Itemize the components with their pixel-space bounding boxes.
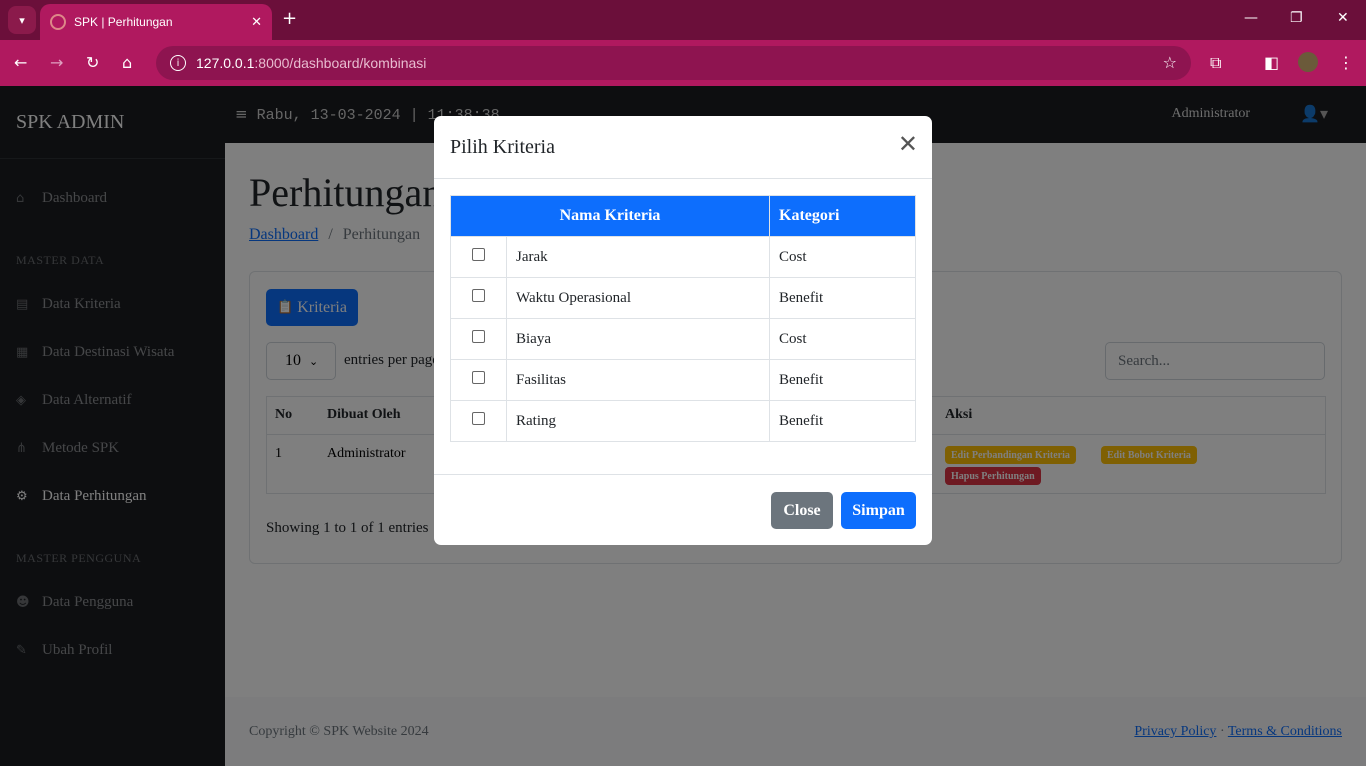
kriteria-nama: Waktu Operasional [506, 277, 770, 319]
pilih-kriteria-modal: Pilih Kriteria ✕ Nama Kriteria Kategori … [434, 116, 932, 545]
kriteria-table-header: Nama Kriteria Kategori [450, 195, 916, 237]
modal-footer: Close Simpan [434, 474, 932, 545]
bookmark-star-icon[interactable]: ☆ [1163, 53, 1177, 72]
browser-tab[interactable]: SPK | Perhitungan ✕ [40, 4, 272, 40]
modal-header: Pilih Kriteria ✕ [434, 116, 932, 179]
sidepanel-icon[interactable]: ◧ [1264, 53, 1279, 72]
kriteria-table: Nama Kriteria Kategori Jarak Cost Waktu … [450, 195, 916, 442]
modal-title: Pilih Kriteria [450, 136, 555, 158]
profile-avatar[interactable] [1298, 52, 1318, 72]
restore-icon[interactable]: ❐ [1290, 10, 1303, 26]
kriteria-nama: Fasilitas [506, 359, 770, 401]
new-tab-icon[interactable]: + [282, 8, 297, 29]
kriteria-nama: Biaya [506, 318, 770, 360]
tab-title: SPK | Perhitungan [74, 15, 173, 29]
favicon-icon [50, 14, 66, 30]
kriteria-row: Biaya Cost [450, 318, 916, 360]
column-header-nama-kriteria: Nama Kriteria [450, 195, 770, 237]
url-text: 127.0.0.1:8000/dashboard/kombinasi [196, 55, 427, 71]
simpan-button[interactable]: Simpan [841, 492, 916, 529]
close-icon[interactable]: ✕ [898, 130, 918, 158]
kriteria-nama: Jarak [506, 236, 770, 278]
reload-icon[interactable]: ↻ [86, 53, 99, 72]
browser-tabbar: ▾ SPK | Perhitungan ✕ + — ❐ ✕ [0, 0, 1366, 40]
tab-search-button[interactable]: ▾ [8, 6, 36, 34]
kriteria-row: Waktu Operasional Benefit [450, 277, 916, 319]
site-info-icon[interactable]: i [170, 55, 186, 71]
kriteria-checkbox[interactable] [472, 412, 485, 425]
kriteria-checkbox[interactable] [472, 371, 485, 384]
back-icon[interactable]: ← [14, 53, 27, 72]
minimize-icon[interactable]: — [1244, 10, 1258, 26]
address-bar[interactable]: i 127.0.0.1:8000/dashboard/kombinasi ☆ [156, 46, 1191, 80]
kriteria-kategori: Cost [769, 318, 916, 360]
close-tab-icon[interactable]: ✕ [251, 15, 262, 30]
close-button[interactable]: Close [771, 492, 833, 529]
kriteria-row: Rating Benefit [450, 400, 916, 442]
kriteria-kategori: Benefit [769, 400, 916, 442]
kriteria-checkbox[interactable] [472, 289, 485, 302]
kriteria-row: Jarak Cost [450, 236, 916, 278]
browser-menu-icon[interactable]: ⋮ [1338, 53, 1354, 72]
extensions-icon[interactable]: ⧉ [1210, 53, 1221, 73]
forward-icon[interactable]: → [50, 53, 63, 72]
window-close-icon[interactable]: ✕ [1337, 10, 1349, 26]
kriteria-checkbox[interactable] [472, 248, 485, 261]
home-icon[interactable]: ⌂ [122, 53, 132, 72]
kriteria-nama: Rating [506, 400, 770, 442]
kriteria-row: Fasilitas Benefit [450, 359, 916, 401]
browser-toolbar: ← → ↻ ⌂ i 127.0.0.1:8000/dashboard/kombi… [0, 40, 1366, 86]
kriteria-kategori: Benefit [769, 359, 916, 401]
column-header-kategori: Kategori [769, 195, 916, 237]
kriteria-kategori: Benefit [769, 277, 916, 319]
kriteria-kategori: Cost [769, 236, 916, 278]
kriteria-checkbox[interactable] [472, 330, 485, 343]
